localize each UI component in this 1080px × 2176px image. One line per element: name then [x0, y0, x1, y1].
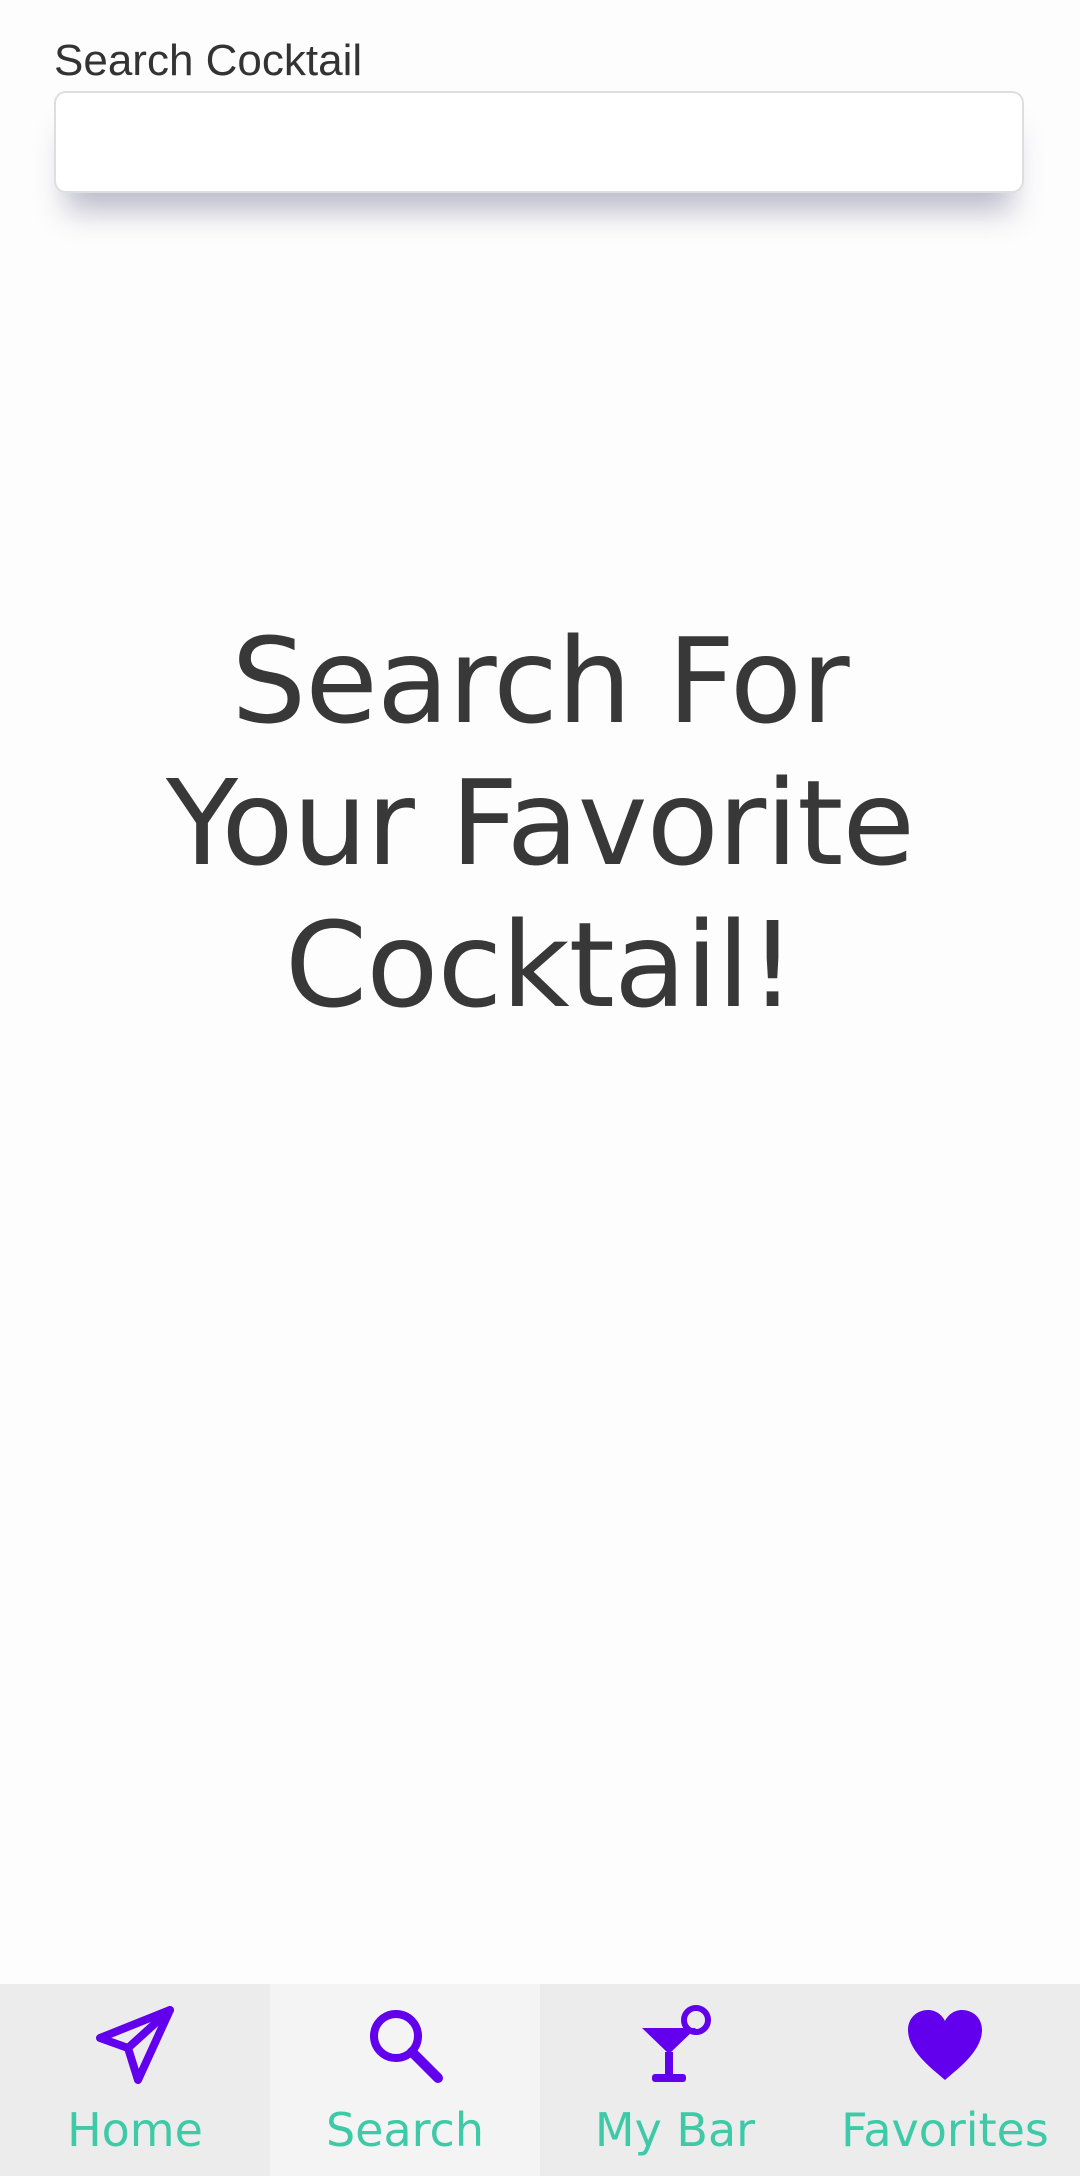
- empty-state-line-1: Search For: [231, 612, 849, 750]
- tab-search[interactable]: Search: [270, 1984, 540, 2176]
- cocktail-glass-icon: [632, 2002, 718, 2088]
- tab-favorites-label: Favorites: [841, 2103, 1049, 2157]
- search-input[interactable]: [54, 91, 1024, 193]
- empty-state-line-2: Your Favorite: [166, 754, 915, 892]
- search-screen: Search Cocktail Search For Your Favorite…: [0, 0, 1080, 2176]
- tab-home[interactable]: Home: [0, 1984, 270, 2176]
- paper-plane-icon: [92, 2002, 178, 2088]
- tab-home-label: Home: [67, 2103, 203, 2157]
- tab-my-bar[interactable]: My Bar: [540, 1984, 810, 2176]
- search-icon: [362, 2002, 448, 2088]
- bottom-navigation: Home Search My Bar Favorites: [0, 1984, 1080, 2176]
- tab-search-label: Search: [325, 2103, 485, 2157]
- empty-state-message: Search For Your Favorite Cocktail!: [0, 610, 1080, 1036]
- empty-state-line-3: Cocktail!: [284, 896, 796, 1034]
- tab-favorites[interactable]: Favorites: [810, 1984, 1080, 2176]
- heart-icon: [902, 2002, 988, 2088]
- search-label: Search Cocktail: [54, 36, 363, 85]
- tab-my-bar-label: My Bar: [594, 2103, 756, 2157]
